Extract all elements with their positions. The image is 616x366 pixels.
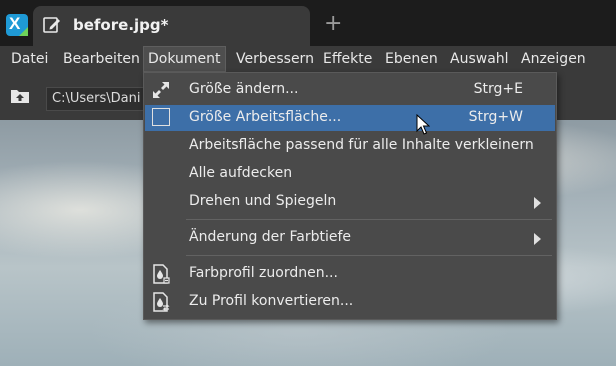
menu-dokument[interactable]: Dokument	[143, 46, 226, 72]
menu-item-fit-canvas[interactable]: Arbeitsfläche passend für alle Inhalte v…	[145, 133, 555, 159]
menu-item-label: Arbeitsfläche passend für alle Inhalte v…	[189, 137, 534, 153]
menu-item-canvas-size[interactable]: Größe Arbeitsfläche... Strg+W	[145, 105, 555, 131]
title-bar: X before.jpg* +	[0, 0, 616, 46]
menu-ebenen[interactable]: Ebenen	[381, 46, 442, 72]
menu-item-label: Größe Arbeitsfläche...	[189, 109, 342, 125]
edit-document-icon	[43, 17, 60, 33]
menu-separator	[186, 219, 552, 220]
canvas-size-icon	[152, 108, 170, 126]
menu-anzeigen[interactable]: Anzeigen	[517, 46, 590, 72]
folder-up-icon[interactable]	[10, 86, 30, 104]
menu-item-resize[interactable]: Größe ändern... Strg+E	[145, 77, 555, 103]
menu-item-shortcut: Strg+W	[468, 109, 523, 125]
menu-separator	[186, 255, 552, 256]
menu-item-reveal-all[interactable]: Alle aufdecken	[145, 161, 555, 187]
new-tab-button[interactable]: +	[324, 13, 342, 35]
menu-item-convert-profile[interactable]: Zu Profil konvertieren...	[145, 289, 555, 315]
menu-effekte[interactable]: Effekte	[319, 46, 376, 72]
dokument-menu: Größe ändern... Strg+E Größe Arbeitsfläc…	[143, 72, 557, 320]
menu-item-label: Alle aufdecken	[189, 165, 293, 181]
submenu-arrow-icon	[534, 233, 541, 245]
menu-item-shortcut: Strg+E	[473, 81, 523, 97]
menu-auswahl[interactable]: Auswahl	[446, 46, 513, 72]
resize-arrows-icon	[153, 82, 169, 98]
document-tab[interactable]: before.jpg*	[33, 6, 310, 46]
menu-item-label: Größe ändern...	[189, 81, 299, 97]
mouse-cursor-icon	[416, 114, 430, 135]
menu-item-label: Drehen und Spiegeln	[189, 193, 337, 209]
tab-title: before.jpg*	[73, 16, 169, 34]
menu-item-assign-profile[interactable]: Farbprofil zuordnen...	[145, 261, 555, 287]
menu-verbessern[interactable]: Verbessern	[232, 46, 318, 72]
convert-profile-icon	[153, 292, 170, 312]
menu-bearbeiten[interactable]: Bearbeiten	[59, 46, 144, 72]
menu-datei[interactable]: Datei	[7, 46, 52, 72]
app-logo: X	[6, 14, 28, 36]
submenu-arrow-icon	[534, 197, 541, 209]
menu-item-label: Zu Profil konvertieren...	[189, 293, 354, 309]
menu-item-label: Farbprofil zuordnen...	[189, 265, 338, 281]
menu-bar: Datei Bearbeiten Dokument Verbessern Eff…	[0, 46, 616, 74]
color-profile-icon	[153, 264, 170, 284]
menu-item-label: Änderung der Farbtiefe	[189, 229, 352, 245]
menu-item-color-depth[interactable]: Änderung der Farbtiefe	[145, 225, 555, 251]
menu-item-rotate-flip[interactable]: Drehen und Spiegeln	[145, 189, 555, 215]
